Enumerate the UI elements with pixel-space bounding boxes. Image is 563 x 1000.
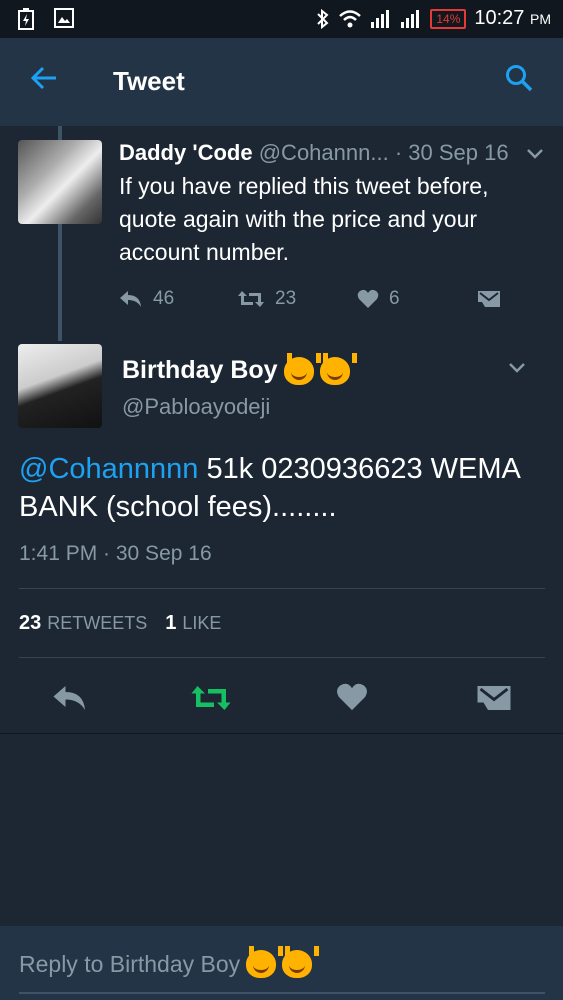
- status-bar: 14% 10:27 PM: [0, 0, 563, 38]
- retweet-icon: [238, 291, 264, 307]
- retweet-button[interactable]: [190, 684, 232, 717]
- reply-button[interactable]: 46: [119, 288, 237, 310]
- wifi-icon: [339, 9, 362, 27]
- bluetooth-icon: [317, 8, 329, 29]
- gallery-icon: [54, 8, 74, 28]
- envelope-icon: [478, 291, 500, 307]
- raised-hands-emoji-icon: [282, 946, 320, 978]
- reply-button[interactable]: [52, 684, 88, 717]
- author-handle: @Cohannn...: [258, 140, 389, 165]
- like-count: 6: [389, 288, 400, 309]
- tweet-stats: 23 RETWEETS 1 LIKE: [19, 612, 221, 635]
- direct-message-button[interactable]: [476, 684, 512, 717]
- tweet-date: · 30 Sep 16: [394, 140, 509, 165]
- back-arrow-icon[interactable]: [30, 64, 58, 92]
- direct-message-button[interactable]: [477, 290, 501, 308]
- battery-charging-icon: [18, 8, 34, 30]
- likes-stat[interactable]: 1 LIKE: [165, 612, 221, 635]
- heart-icon: [357, 289, 379, 308]
- retweet-button[interactable]: 23: [237, 288, 357, 310]
- reply-bar[interactable]: Reply to Birthday Boy: [0, 926, 563, 1000]
- author-name[interactable]: Daddy 'Code: [119, 140, 253, 165]
- retweet-icon: [191, 686, 231, 710]
- retweet-count: 23: [275, 288, 297, 309]
- tweet-timestamp: 1:41 PM · 30 Sep 16: [19, 542, 212, 565]
- retweets-stat[interactable]: 23 RETWEETS: [19, 612, 147, 635]
- app-bar: Tweet: [0, 38, 563, 126]
- tweet-text: @Cohannnnn 51k 0230936623 WEMA BANK (sch…: [19, 453, 520, 523]
- chevron-down-icon[interactable]: [508, 362, 526, 374]
- mention-link[interactable]: @Cohannnnn: [19, 453, 198, 485]
- tweet-text: If you have replied this tweet before, q…: [119, 173, 489, 265]
- reply-icon: [53, 686, 85, 710]
- avatar[interactable]: [18, 140, 102, 224]
- avatar[interactable]: [18, 344, 102, 428]
- clock: 10:27 PM: [474, 7, 551, 29]
- signal-icon: [371, 9, 390, 28]
- divider: [19, 657, 545, 658]
- raised-hands-emoji-icon: [283, 352, 321, 385]
- raised-hands-emoji-icon: [246, 946, 284, 978]
- like-button[interactable]: 6: [357, 288, 477, 310]
- author-name[interactable]: Birthday Boy: [122, 352, 357, 385]
- heart-icon: [337, 683, 367, 711]
- parent-tweet[interactable]: Daddy 'Code @Cohannn... · 30 Sep 16 If y…: [0, 126, 563, 336]
- divider: [19, 588, 545, 589]
- search-icon[interactable]: [505, 64, 533, 92]
- page-title: Tweet: [113, 66, 185, 96]
- divider: [0, 733, 563, 734]
- author-handle: @Pabloayodeji: [122, 394, 271, 419]
- signal-icon: [401, 9, 420, 28]
- envelope-icon: [477, 686, 511, 710]
- like-button[interactable]: [336, 682, 368, 717]
- input-underline: [19, 992, 545, 994]
- raised-hands-emoji-icon: [319, 352, 357, 385]
- battery-level: 14%: [430, 8, 467, 29]
- tweet-actions: [0, 676, 563, 720]
- chevron-down-icon[interactable]: [526, 148, 544, 160]
- reply-icon: [120, 291, 141, 307]
- reply-input[interactable]: Reply to Birthday Boy: [19, 946, 320, 978]
- reply-count: 46: [153, 288, 175, 309]
